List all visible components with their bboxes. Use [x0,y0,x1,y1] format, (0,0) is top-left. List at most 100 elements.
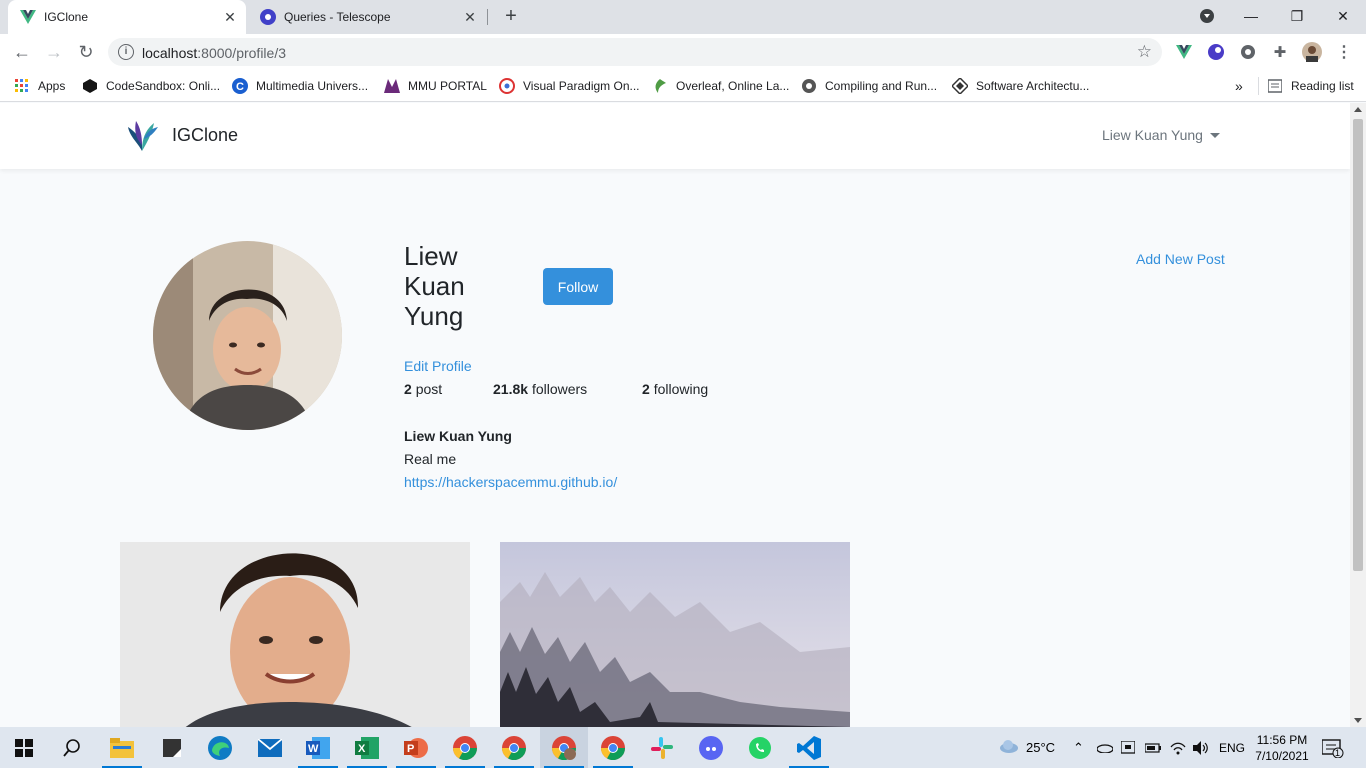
posts-count: 2 [404,381,412,397]
volume-icon[interactable] [1193,727,1209,768]
posts-label: post [415,381,443,397]
add-new-post-link[interactable]: Add New Post [1136,251,1225,267]
post-thumbnail[interactable] [500,542,850,727]
reading-list-icon [1267,78,1283,94]
svg-text:X: X [358,743,366,755]
language-indicator[interactable]: ENG [1219,727,1245,768]
chrome-icon[interactable] [441,727,489,768]
more-bookmarks-button[interactable]: » [1235,76,1243,96]
user-dropdown[interactable]: Liew Kuan Yung [1102,127,1220,143]
show-hidden-icons-button[interactable]: ⌃ [1073,727,1084,768]
brand-link[interactable]: IGClone [124,117,238,153]
profile-name: Liew Kuan Yung [404,241,465,331]
edit-profile-link[interactable]: Edit Profile [404,358,472,374]
discord-icon[interactable] [687,727,735,768]
sticky-app-icon[interactable] [148,727,196,768]
clock-date: 7/10/2021 [1255,748,1309,763]
posts-stat: 2 post [404,381,442,397]
bookmark-overleaf[interactable]: Overleaf, Online La... [652,76,789,96]
file-explorer-icon[interactable] [98,727,146,768]
following-stat: 2 following [642,381,708,397]
notifications-button[interactable]: 1 [1322,727,1344,768]
close-icon[interactable]: ✕ [222,9,238,25]
mail-icon[interactable] [246,727,294,768]
post-thumbnail[interactable] [120,542,470,727]
bookmark-divider [1258,77,1259,95]
svg-text:C: C [236,81,244,93]
weather-widget[interactable]: 25°C [1000,727,1055,768]
tab-title: IGClone [44,10,89,24]
bookmark-mmu-portal[interactable]: MMU PORTAL [384,76,487,96]
restore-button[interactable]: ❐ [1274,0,1320,32]
slack-icon[interactable] [638,727,686,768]
close-window-button[interactable]: ✕ [1320,0,1366,32]
new-tab-button[interactable]: + [500,6,522,28]
scroll-up-icon[interactable] [1354,107,1362,112]
codesandbox-icon [82,78,98,94]
excel-icon[interactable]: X [343,727,391,768]
bookmark-apps[interactable]: Apps [14,76,65,96]
scrollbar-thumb[interactable] [1353,119,1363,571]
followers-count: 21.8k [493,381,529,397]
notification-count: 1 [1335,748,1341,758]
close-icon[interactable]: ✕ [462,9,478,25]
extension-gear-icon[interactable] [1238,42,1258,62]
following-count: 2 [642,381,650,397]
start-button[interactable] [0,727,48,768]
onedrive-icon[interactable] [1097,727,1113,768]
mmu-c-icon: C [232,78,248,94]
whatsapp-icon[interactable] [736,727,784,768]
follow-button[interactable]: Follow [543,268,613,305]
menu-kebab-icon[interactable]: ⋮ [1334,42,1354,62]
bookmark-label: CodeSandbox: Onli... [106,79,221,93]
back-button[interactable]: ← [8,38,36,66]
profile-avatar-icon[interactable] [1302,42,1322,62]
info-icon[interactable]: i [118,44,134,60]
architecture-icon [952,78,968,94]
network-device-icon[interactable] [1121,727,1135,768]
edge-icon[interactable] [196,727,244,768]
bookmark-label: Software Architectu... [976,79,1090,93]
chrome-icon[interactable] [589,727,637,768]
overleaf-icon [652,78,668,94]
search-icon[interactable] [48,727,96,768]
tab-search-button[interactable] [1184,0,1230,32]
page-scrollbar[interactable] [1350,103,1366,727]
brand-name: IGClone [172,124,239,145]
powerpoint-icon[interactable]: P [392,727,440,768]
bookmarks-bar: Apps CodeSandbox: Onli... C Multimedia U… [0,70,1366,102]
bio-link[interactable]: https://hackerspacemmu.github.io/ [404,474,617,490]
wifi-icon[interactable] [1170,727,1186,768]
reload-button[interactable]: ↻ [72,38,100,66]
extension-s-icon[interactable] [1206,42,1226,62]
vue-icon [20,9,36,25]
following-label: following [653,381,709,397]
bookmark-multimedia-university[interactable]: C Multimedia Univers... [232,76,368,96]
browser-toolbar: ← → ↻ i localhost:8000/profile/3 ☆ ✚ ⋮ [0,34,1366,70]
clock[interactable]: 11:56 PM 7/10/2021 [1252,727,1312,768]
chrome-profile-icon[interactable] [540,727,588,768]
tab-telescope[interactable]: Queries - Telescope ✕ [248,0,486,34]
vscode-icon[interactable] [785,727,833,768]
bookmark-star-icon[interactable]: ☆ [1137,42,1152,62]
battery-icon[interactable] [1145,727,1161,768]
forward-button[interactable]: → [40,38,68,66]
chrome-icon[interactable] [490,727,538,768]
tab-igclone[interactable]: IGClone ✕ [8,0,246,34]
app-navbar: IGClone Liew Kuan Yung [0,103,1350,169]
vue-devtools-icon[interactable] [1174,42,1194,62]
url-path: :8000/profile/3 [197,45,286,61]
scroll-down-icon[interactable] [1354,718,1362,723]
bookmark-codesandbox[interactable]: CodeSandbox: Onli... [82,76,220,96]
address-bar[interactable]: i localhost:8000/profile/3 ☆ [108,38,1162,66]
followers-stat: 21.8k followers [493,381,587,397]
extensions-puzzle-icon[interactable]: ✚ [1270,42,1290,62]
bookmark-visual-paradigm[interactable]: Visual Paradigm On... [499,76,640,96]
minimize-button[interactable]: — [1228,0,1274,32]
reading-list-button[interactable]: Reading list [1258,76,1354,96]
tab-strip: IGClone ✕ Queries - Telescope ✕ + — ❐ ✕ [0,0,1366,34]
word-icon[interactable]: W [294,727,342,768]
bookmark-label: MMU PORTAL [408,79,487,93]
bookmark-compiling[interactable]: Compiling and Run... [801,76,937,96]
bookmark-software-architecture[interactable]: Software Architectu... [952,76,1089,96]
